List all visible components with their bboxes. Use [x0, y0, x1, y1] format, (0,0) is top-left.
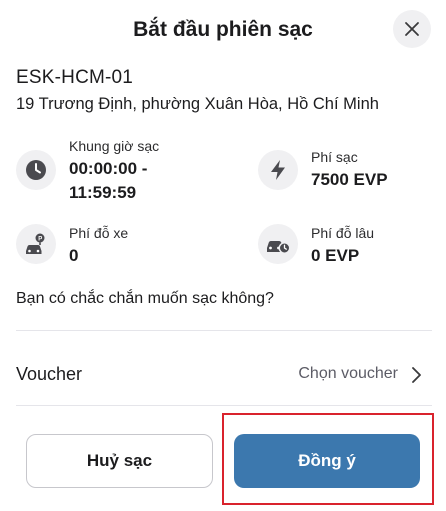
voucher-row[interactable]: Voucher Chọn voucher — [0, 345, 446, 403]
svg-text:P: P — [38, 237, 42, 243]
voucher-label: Voucher — [16, 364, 83, 384]
confirm-button[interactable]: Đồng ý — [234, 434, 420, 488]
close-icon — [405, 22, 419, 36]
confirm-question: Bạn có chắc chắn muốn sạc không? — [16, 290, 274, 307]
charging-fee-label: Phí sạc — [311, 149, 358, 165]
overtime-fee-value: 0 EVP — [311, 246, 360, 265]
overtime-fee-label: Phí đỗ lâu — [311, 225, 375, 241]
car-clock-icon — [258, 224, 298, 264]
close-button[interactable] — [393, 10, 431, 48]
clock-icon — [16, 150, 56, 190]
dialog-header: Bắt đầu phiên sạc — [0, 0, 446, 62]
dialog-title: Bắt đầu phiên sạc — [133, 18, 313, 41]
charging-window-label: Khung giờ sạc — [69, 138, 160, 154]
divider — [16, 330, 432, 331]
station-address: 19 Trương Định, phường Xuân Hòa, Hồ Chí … — [16, 95, 379, 113]
parking-fee-value: 0 — [69, 246, 79, 265]
chevron-right-icon[interactable] — [408, 365, 424, 385]
lightning-icon — [258, 150, 298, 190]
charging-window-value-start: 00:00:00 - — [69, 159, 148, 178]
charging-window-value-end: 11:59:59 — [69, 183, 137, 202]
cancel-charging-button[interactable]: Huỷ sạc — [26, 434, 213, 488]
station-code: ESK-HCM-01 — [16, 67, 134, 88]
parking-car-icon: P — [16, 224, 56, 264]
voucher-select-text[interactable]: Chọn voucher — [298, 365, 398, 383]
divider — [16, 405, 432, 406]
parking-fee-label: Phí đỗ xe — [69, 225, 129, 241]
charging-fee-value: 7500 EVP — [311, 170, 388, 189]
